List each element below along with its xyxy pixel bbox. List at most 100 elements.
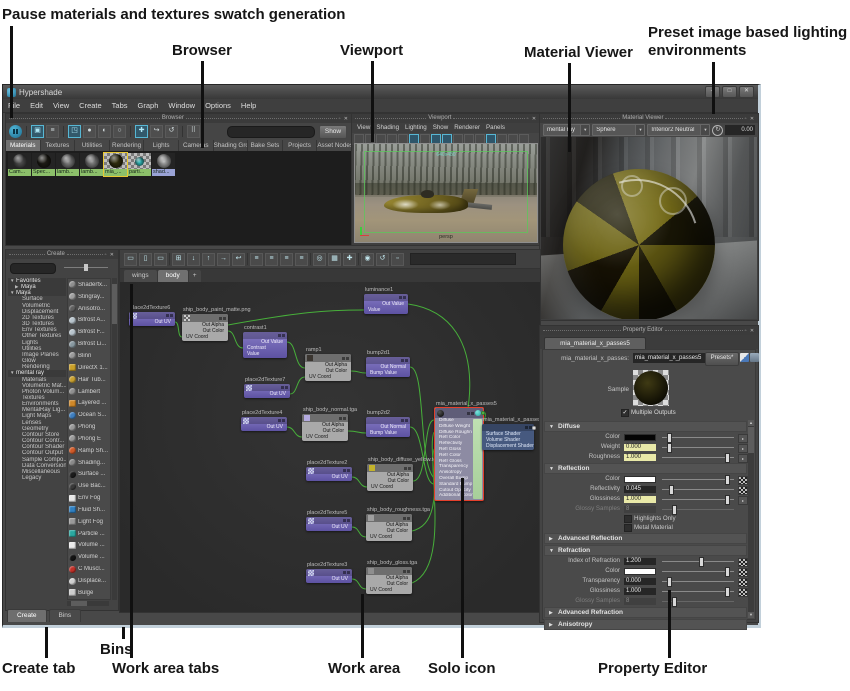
color-swatch[interactable] <box>624 568 656 575</box>
filter-textures-icon[interactable]: ◐ <box>98 125 111 138</box>
tab-textures[interactable]: Textures <box>41 140 76 151</box>
refresh-swatches-icon[interactable]: ↺ <box>165 125 178 138</box>
node-port-uv-coord[interactable]: UV Coord <box>366 534 412 540</box>
viewport-canvas[interactable]: 640x480 persp <box>354 143 538 243</box>
node-port-value[interactable]: Value <box>364 307 408 313</box>
slider-handle[interactable] <box>672 597 677 607</box>
close-button[interactable]: ✕ <box>739 86 754 98</box>
node-bump2d2[interactable]: bump2d2Out NormalBump Value <box>366 417 410 437</box>
node-contrast1[interactable]: contrast1Out ValueContrastValue <box>243 332 287 358</box>
checkbox[interactable] <box>624 515 632 523</box>
node-type-item[interactable]: Bifrost F... <box>68 326 110 338</box>
graph-tool-icon[interactable]: ≡ <box>295 253 308 266</box>
node-type-item[interactable]: C Muscl... <box>68 563 110 575</box>
create-list-scrollbar[interactable] <box>112 278 117 600</box>
section-header-anisotropy[interactable]: ▶Anisotropy <box>544 619 747 630</box>
section-header-diffuse[interactable]: ▼Diffuse <box>544 421 747 432</box>
connection-wire[interactable] <box>228 331 243 348</box>
connection-wire[interactable] <box>287 427 302 437</box>
node-type-item[interactable]: Env Fog <box>68 492 110 504</box>
multiple-outputs-checkbox[interactable]: ✓ <box>621 409 629 417</box>
node-ship_body_diffuse_yellow.tga[interactable]: ship_body_diffuse_yellow.tgaOut AlphaOut… <box>367 464 413 491</box>
node-type-item[interactable]: Shaderfx... <box>68 279 110 291</box>
connection-wire[interactable] <box>352 527 366 537</box>
swatch-grid-view-icon[interactable]: ▣ <box>31 125 44 138</box>
node-port-uv-coord[interactable]: UV Coord <box>367 484 413 490</box>
node-port-out-uv[interactable]: Out UV <box>244 391 290 397</box>
connection-wire[interactable] <box>175 322 182 337</box>
exposure-field[interactable]: 0.00 <box>725 125 755 135</box>
value-field[interactable]: 8 <box>624 506 656 513</box>
node-port-bump-value[interactable]: Bump Value <box>366 370 410 376</box>
scroll-down-icon[interactable]: ▼ <box>748 612 754 618</box>
icon-size-icon[interactable]: ⠿ <box>187 125 200 138</box>
node-type-item[interactable]: Ocean S... <box>68 409 110 421</box>
viewport-menu-renderer[interactable]: Renderer <box>451 123 483 133</box>
connection-wire[interactable] <box>412 432 434 531</box>
node-graph-work-area[interactable]: place2dTexture6Out UVship_body_paint_mat… <box>120 282 540 612</box>
value-field[interactable]: 1.000 <box>624 588 656 595</box>
tab-shading-groups[interactable]: Shading Groups <box>214 140 249 151</box>
node-type-item[interactable]: Phong <box>68 421 110 433</box>
node-port-out-uv[interactable]: Out UV <box>306 576 352 582</box>
material-swatch[interactable]: lamb... <box>56 153 79 176</box>
node-port-uv-coord[interactable]: UV Coord <box>302 434 348 440</box>
node-port-value[interactable]: Value <box>243 351 287 357</box>
graph-tool-icon[interactable]: ⊞ <box>172 253 185 266</box>
refresh-render-icon[interactable]: ↻ <box>712 125 723 136</box>
graph-tool-icon[interactable]: ≡ <box>250 253 263 266</box>
tab-asset-nodes[interactable]: Asset Nodes <box>317 140 352 151</box>
filter-utilities-icon[interactable]: ○ <box>113 125 126 138</box>
graph-tool-icon[interactable]: ↓ <box>187 253 200 266</box>
add-tab-button[interactable]: + <box>189 270 201 282</box>
menu-create[interactable]: Create <box>74 99 107 112</box>
node-type-item[interactable]: Stingray... <box>68 291 110 303</box>
viewport-menu-panels[interactable]: Panels <box>483 123 508 133</box>
swatch-filter-input[interactable] <box>227 126 315 138</box>
tab-projects[interactable]: Projects <box>283 140 318 151</box>
connection-wire[interactable] <box>287 342 305 368</box>
section-header-reflection[interactable]: ▼Reflection <box>544 463 747 474</box>
node-port-out-uv[interactable]: Out UV <box>306 474 352 480</box>
node-place2dTexture2[interactable]: place2dTexture2Out UV <box>306 467 352 481</box>
graph-tool-icon[interactable]: ✚ <box>343 253 356 266</box>
menu-help[interactable]: Help <box>236 99 261 112</box>
node-ship_body_normal.tga[interactable]: ship_body_normal.tgaOut AlphaOut ColorUV… <box>302 414 348 441</box>
graph-tool-icon[interactable]: ↺ <box>376 253 389 266</box>
pause-swatch-generation-button[interactable] <box>9 125 22 138</box>
section-header-advanced-reflection[interactable]: ▶Advanced Reflection <box>544 533 747 544</box>
node-mia_material_x_passes5SG[interactable]: mia_material_x_passes5SGSurface ShaderVo… <box>482 424 534 450</box>
filter-materials-icon[interactable]: ● <box>83 125 96 138</box>
node-type-item[interactable]: Volume ... <box>68 540 110 552</box>
viewport-menu-show[interactable]: Show <box>430 123 451 133</box>
node-place2dTexture6[interactable]: place2dTexture6Out UV <box>129 312 175 326</box>
value-field[interactable]: 0.000 <box>624 444 656 451</box>
section-header-refraction[interactable]: ▼Refraction <box>544 545 747 556</box>
node-port-out-uv[interactable]: Out UV <box>241 424 287 430</box>
copy-tab-icon[interactable] <box>750 353 759 362</box>
value-field[interactable]: 8 <box>624 598 656 605</box>
connection-wire[interactable] <box>352 477 367 487</box>
menu-window[interactable]: Window <box>163 99 200 112</box>
value-field[interactable]: 0.000 <box>624 578 656 585</box>
node-place2dTexture3[interactable]: place2dTexture3Out UV <box>306 569 352 583</box>
tab-materials[interactable]: Materials <box>6 140 41 151</box>
graph-tool-icon[interactable]: ▭ <box>124 253 137 266</box>
graph-tool-icon[interactable]: ◉ <box>361 253 374 266</box>
minimize-button[interactable]: – <box>705 86 720 98</box>
graph-tool-icon[interactable]: ▯ <box>139 253 152 266</box>
node-type-item[interactable]: Checker <box>68 599 110 600</box>
panel-float-close-icons[interactable]: ▫ ✕ <box>527 116 537 122</box>
node-ship_body_roughness.tga[interactable]: ship_body_roughness.tgaOut AlphaOut Colo… <box>366 514 412 541</box>
node-port-uv-coord[interactable]: UV Coord <box>182 334 228 340</box>
presets-button[interactable]: Presets* <box>705 352 739 366</box>
tab-rendering[interactable]: Rendering <box>110 140 145 151</box>
graph-tool-icon[interactable]: ≡ <box>265 253 278 266</box>
viewport-menu-shading[interactable]: Shading <box>373 123 402 133</box>
node-type-item[interactable]: Use Bac... <box>68 480 110 492</box>
viewport-menu-lighting[interactable]: Lighting <box>402 123 430 133</box>
panel-float-close-icons[interactable]: ▫ ✕ <box>339 116 349 122</box>
node-port-out-uv[interactable]: Out UV <box>306 524 352 530</box>
node-type-item[interactable]: Bifrost A... <box>68 315 110 327</box>
work-area-tab-wings[interactable]: wings <box>124 270 157 282</box>
